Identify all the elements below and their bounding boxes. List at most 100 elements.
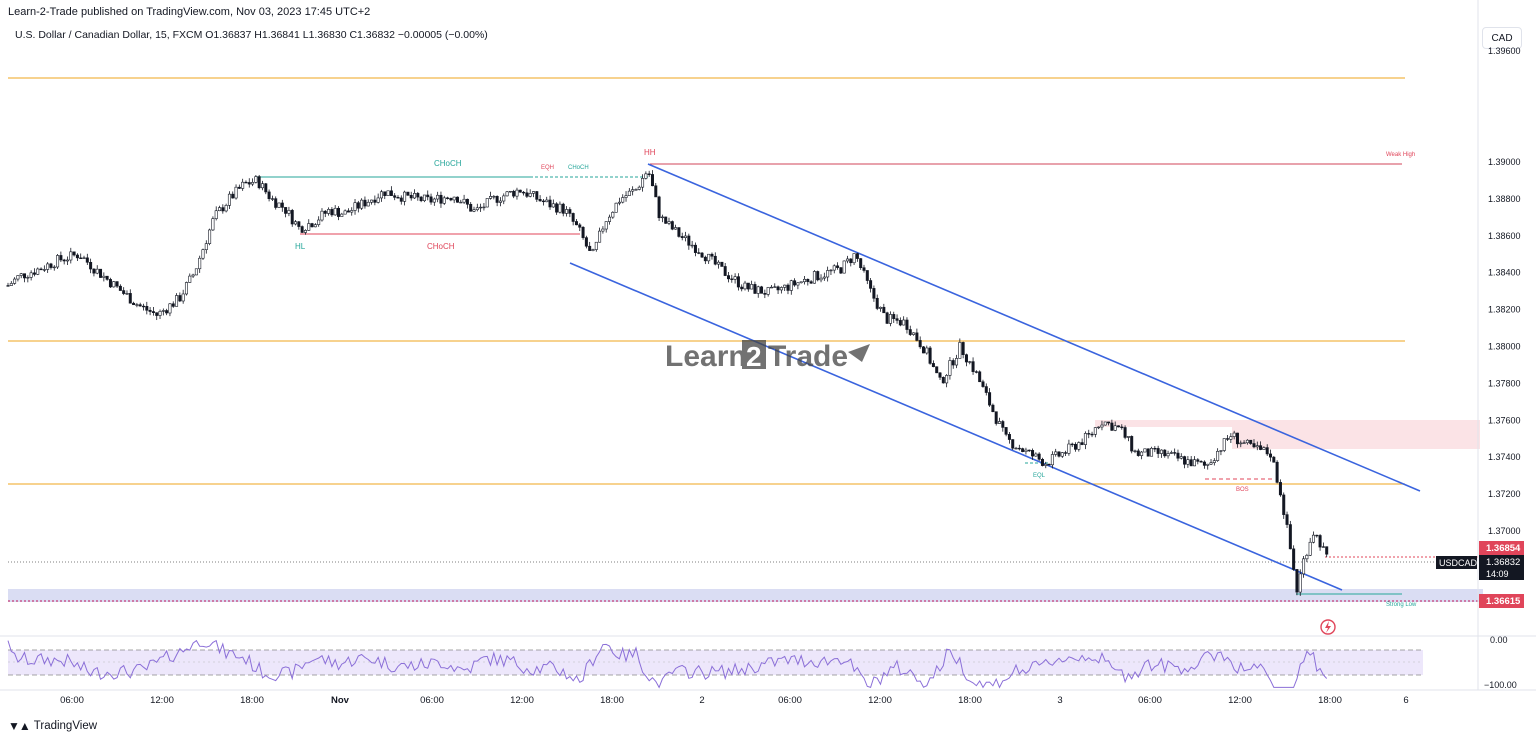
candle-up	[1169, 452, 1173, 454]
candle-down	[171, 303, 175, 307]
candle-up	[26, 277, 30, 279]
candle-down	[455, 196, 459, 203]
candle-down	[730, 278, 734, 280]
lightning-icon[interactable]	[1320, 619, 1336, 635]
price-axis[interactable]: 1.39000 1.38800 1.38600 1.38400 1.38200 1.380…	[1488, 157, 1521, 536]
candle-down	[928, 347, 932, 364]
candle-down	[650, 174, 654, 187]
hl-label: HL	[295, 242, 306, 251]
candle-up	[211, 218, 215, 231]
candle-down	[898, 320, 902, 326]
candle-down	[399, 197, 403, 202]
candle-down	[941, 377, 945, 384]
candle-up	[320, 210, 324, 221]
candle-up	[1103, 421, 1107, 426]
candle-down	[155, 312, 159, 316]
candle-up	[218, 207, 222, 212]
resistance-zone	[1095, 420, 1480, 427]
candle-down	[816, 271, 820, 281]
candle-down	[221, 207, 225, 212]
candle-up	[902, 319, 906, 326]
candle-down	[1011, 439, 1015, 449]
candle-down	[49, 263, 53, 268]
candle-up	[608, 216, 612, 222]
learn2trade-watermark: Learn 2 Trade	[665, 340, 870, 373]
candle-down	[700, 252, 704, 258]
candle-down	[1183, 456, 1187, 465]
candle-up	[194, 268, 198, 276]
candle-up	[350, 210, 354, 213]
time-tick-label: 6	[1403, 695, 1408, 706]
candle-down	[145, 306, 149, 311]
candle-up	[505, 191, 509, 197]
candle-up	[832, 265, 836, 271]
candle-down	[1130, 436, 1134, 452]
candle-down	[231, 193, 235, 199]
candle-down	[409, 194, 413, 199]
price-tick-label: 1.37800	[1488, 378, 1521, 388]
candle-down	[1325, 546, 1329, 555]
candle-up	[641, 178, 645, 188]
price-chart[interactable]: Learn 2 Trade CHoCH EQH CHoCH HH Weak Hi…	[0, 0, 1536, 741]
candle-up	[1150, 447, 1154, 457]
time-tick-label: 18:00	[1318, 695, 1342, 706]
candle-up	[1216, 451, 1220, 461]
candle-down	[760, 286, 764, 294]
candle-down	[79, 257, 83, 259]
candle-up	[637, 186, 641, 190]
tradingview-logo[interactable]: ▼▲ TradingView	[8, 719, 97, 733]
candle-up	[46, 263, 50, 270]
candle-up	[158, 311, 162, 316]
candle-up	[611, 212, 615, 218]
candle-up	[1239, 442, 1243, 445]
candle-down	[290, 210, 294, 225]
candle-down	[971, 361, 975, 372]
candle-up	[241, 181, 245, 189]
candle-up	[442, 197, 446, 204]
candle-up	[181, 293, 185, 302]
time-tick-label: 12:00	[150, 695, 174, 706]
candle-down	[128, 293, 132, 304]
candle-down	[571, 213, 575, 222]
candle-down	[687, 235, 691, 246]
candle-down	[1021, 448, 1025, 452]
price-tick-label: 1.39000	[1488, 157, 1521, 167]
candle-down	[1295, 569, 1299, 593]
time-axis[interactable]: 06:00 12:00 18:00 Nov 06:00 12:00 18:00 2 06:00 1…	[60, 695, 1409, 706]
candle-up	[502, 195, 506, 202]
candle-up	[1255, 445, 1259, 448]
candle-down	[280, 202, 284, 208]
support-zone	[8, 589, 1483, 602]
candle-down	[284, 207, 288, 214]
candle-up	[1209, 462, 1213, 465]
candle-up	[750, 284, 754, 290]
candle-up	[475, 207, 479, 211]
candle-up	[789, 280, 793, 291]
candle-down	[449, 198, 453, 201]
candle-down	[869, 280, 873, 289]
candle-down	[1074, 443, 1078, 450]
candle-down	[522, 191, 526, 194]
candle-up	[1222, 438, 1226, 451]
candle-down	[274, 198, 278, 208]
candle-up	[436, 194, 440, 200]
candle-up	[1302, 558, 1306, 575]
candle-up	[756, 286, 760, 294]
candle-down	[1285, 514, 1289, 525]
candle-up	[1206, 463, 1210, 466]
price-tick-label: 1.37000	[1488, 526, 1521, 536]
candle-down	[726, 275, 730, 280]
candle-down	[538, 199, 542, 202]
candle-up	[674, 227, 678, 230]
candle-down	[1070, 443, 1074, 446]
candle-up	[879, 306, 883, 309]
candle-down	[1064, 452, 1068, 454]
watermark-arrow-icon	[848, 344, 870, 362]
candle-down	[793, 280, 797, 286]
candle-up	[1113, 425, 1117, 431]
candle-up	[826, 270, 830, 278]
time-tick-label: 06:00	[1138, 695, 1162, 706]
candle-down	[346, 210, 350, 213]
candle-down	[1315, 534, 1319, 537]
candle-down	[984, 386, 988, 393]
